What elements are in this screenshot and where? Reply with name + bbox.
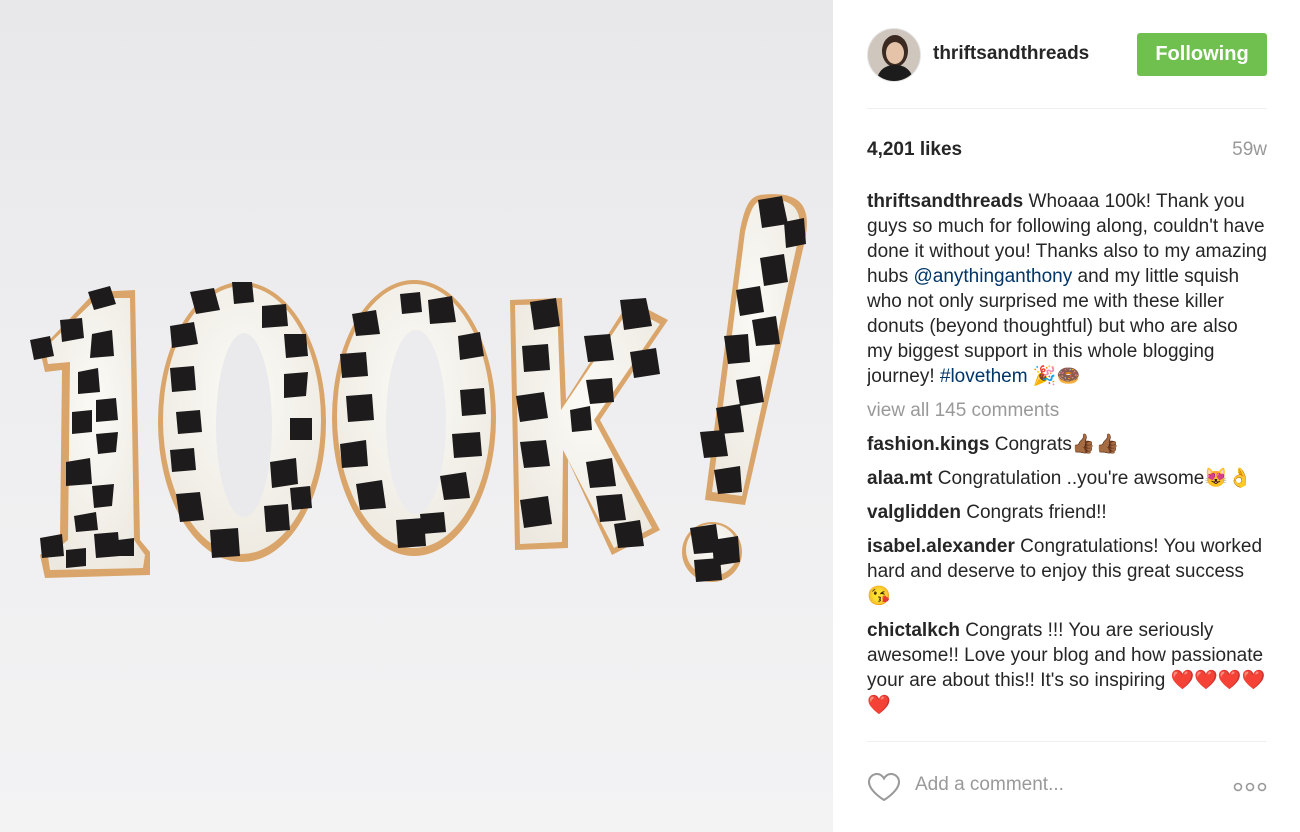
comment-username[interactable]: isabel.alexander <box>867 536 1015 557</box>
post-photo[interactable] <box>0 0 833 832</box>
comment-item: alaa.mt Congratulation ..you're awsome😻👌 <box>867 466 1267 491</box>
comment-text: Congrats👍🏾👍🏾 <box>994 434 1120 455</box>
post-author-username[interactable]: thriftsandthreads <box>933 43 1089 65</box>
caption-username[interactable]: thriftsandthreads <box>867 191 1023 212</box>
comment-username[interactable]: alaa.mt <box>867 468 932 489</box>
comment-text: Congratulation ..you're awsome😻👌 <box>937 468 1252 489</box>
comment-username[interactable]: fashion.kings <box>867 434 989 455</box>
add-comment-input[interactable] <box>915 774 1215 796</box>
footer-divider <box>867 741 1267 742</box>
post-side-panel: thriftsandthreads Following 4,201 likes … <box>833 0 1300 832</box>
post-timestamp[interactable]: 59w <box>1232 139 1267 161</box>
more-options-icon[interactable] <box>1233 776 1267 798</box>
likes-count[interactable]: 4,201 likes <box>867 139 962 161</box>
comment-item: valglidden Congrats friend!! <box>867 500 1267 525</box>
caption-hashtag-link[interactable]: #lovethem <box>940 366 1028 387</box>
caption-mention-link[interactable]: @anythinganthony <box>913 266 1072 287</box>
comment-item: fashion.kings Congrats👍🏾👍🏾 <box>867 432 1267 457</box>
view-all-comments-link[interactable]: view all 145 comments <box>867 398 1267 423</box>
comment-item: isabel.alexander Congratulations! You wo… <box>867 534 1267 609</box>
comments-list: thriftsandthreads Whoaaa 100k! Thank you… <box>867 189 1267 741</box>
avatar-image <box>868 29 920 81</box>
comment-username[interactable]: valglidden <box>867 502 961 523</box>
heart-icon[interactable] <box>867 772 901 802</box>
comment-item: chictalkch Congrats !!! You are seriousl… <box>867 618 1267 718</box>
following-button[interactable]: Following <box>1137 33 1267 76</box>
comment-text: Congrats friend!! <box>966 502 1107 523</box>
donut-100k-image <box>30 194 807 582</box>
post-header: thriftsandthreads Following <box>867 28 1267 82</box>
header-divider <box>867 108 1267 109</box>
caption: thriftsandthreads Whoaaa 100k! Thank you… <box>867 189 1267 389</box>
comment-username[interactable]: chictalkch <box>867 620 960 641</box>
caption-emoji: 🎉🍩 <box>1032 366 1081 387</box>
avatar[interactable] <box>867 28 921 82</box>
